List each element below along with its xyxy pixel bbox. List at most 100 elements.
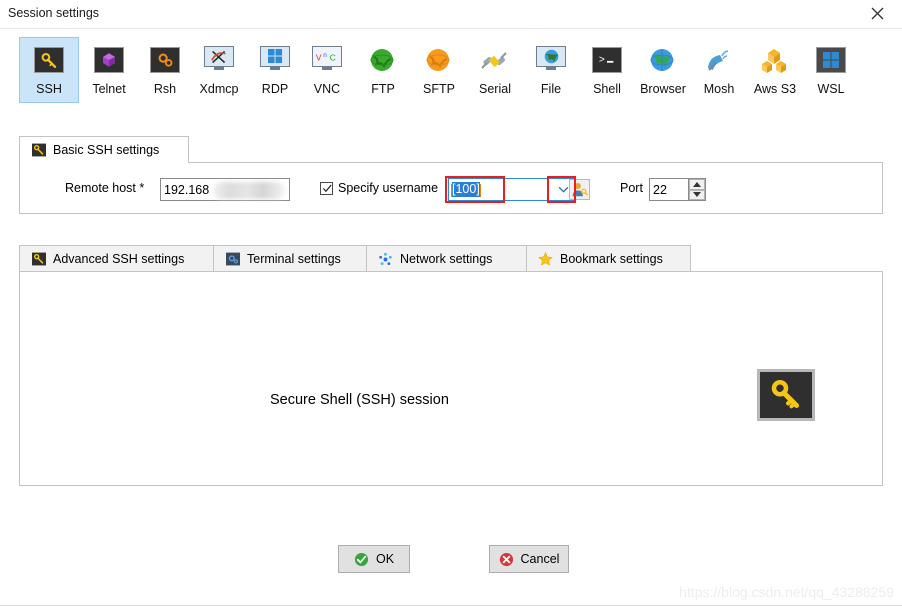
rsh-gears-icon bbox=[149, 44, 181, 76]
cancel-circle-icon bbox=[499, 552, 513, 566]
tab-label: Bookmark settings bbox=[560, 252, 663, 266]
rdp-windows-icon bbox=[259, 44, 291, 76]
xdmcp-icon bbox=[203, 44, 235, 76]
username-browse-button[interactable] bbox=[569, 179, 590, 200]
session-type-toolbar: SSH Telnet Rsh Xdmcp RDP V n C VNC FTP S… bbox=[0, 29, 902, 111]
tab-basic-ssh-settings[interactable]: Basic SSH settings bbox=[19, 136, 189, 163]
specify-username-label: Specify username bbox=[338, 181, 439, 195]
specify-username-checkbox[interactable] bbox=[320, 182, 333, 195]
session-type-file[interactable]: File bbox=[521, 37, 581, 103]
username-combobox[interactable]: [100] bbox=[448, 178, 576, 201]
close-button[interactable] bbox=[854, 0, 900, 27]
session-type-label: RDP bbox=[261, 82, 289, 96]
session-type-ssh[interactable]: SSH bbox=[19, 37, 79, 103]
session-type-label: Telnet bbox=[92, 82, 126, 96]
close-icon bbox=[871, 7, 883, 20]
spinner-up-icon bbox=[693, 181, 701, 187]
check-icon bbox=[322, 184, 332, 193]
session-type-ftp[interactable]: FTP bbox=[353, 37, 413, 103]
session-type-label: SSH bbox=[36, 82, 62, 96]
ftp-globe-icon bbox=[367, 44, 399, 76]
window-title: Session settings bbox=[8, 6, 100, 20]
session-type-label: Browser bbox=[640, 82, 686, 96]
session-type-label: FTP bbox=[371, 82, 395, 96]
session-type-wsl[interactable]: WSL bbox=[801, 37, 861, 103]
session-type-label: File bbox=[540, 82, 562, 96]
telnet-icon bbox=[93, 44, 125, 76]
session-type-label: Xdmcp bbox=[199, 82, 239, 96]
port-spinner-down[interactable] bbox=[689, 189, 705, 200]
session-type-vnc[interactable]: V n C VNC bbox=[297, 37, 357, 103]
ssh-key-icon bbox=[31, 143, 46, 157]
session-type-rsh[interactable]: Rsh bbox=[135, 37, 195, 103]
session-type-mosh[interactable]: Mosh bbox=[689, 37, 749, 103]
tab-advanced-ssh-settings[interactable]: Advanced SSH settings bbox=[19, 245, 214, 272]
tab-label: Basic SSH settings bbox=[53, 143, 160, 157]
session-type-label: Serial bbox=[479, 82, 511, 96]
ssh-illustration bbox=[757, 369, 815, 421]
port-spinner-up[interactable] bbox=[689, 179, 705, 190]
session-type-browser[interactable]: Browser bbox=[633, 37, 693, 103]
shell-prompt-icon: > bbox=[591, 44, 623, 76]
file-share-icon bbox=[535, 44, 567, 76]
svg-text:V: V bbox=[316, 52, 322, 62]
wsl-windows-icon bbox=[815, 44, 847, 76]
watermark: https://blog.csdn.net/qq_43288259 bbox=[679, 584, 894, 600]
ssh-key-icon bbox=[31, 252, 46, 266]
aws-s3-icon bbox=[759, 44, 791, 76]
user-key-icon bbox=[572, 183, 588, 197]
tab-terminal-settings[interactable]: Terminal settings bbox=[213, 245, 367, 272]
ok-button[interactable]: OK bbox=[338, 545, 410, 573]
session-type-aws-s3[interactable]: Aws S3 bbox=[745, 37, 805, 103]
network-icon bbox=[378, 252, 393, 266]
tab-label: Terminal settings bbox=[247, 252, 341, 266]
remote-host-label: Remote host * bbox=[65, 181, 145, 195]
serial-plug-icon bbox=[479, 44, 511, 76]
session-type-serial[interactable]: Serial bbox=[465, 37, 525, 103]
svg-text:n: n bbox=[323, 52, 327, 59]
session-type-xdmcp[interactable]: Xdmcp bbox=[189, 37, 249, 103]
session-type-label: Mosh bbox=[703, 82, 735, 96]
username-value: [100] bbox=[452, 182, 480, 197]
svg-text:>: > bbox=[599, 56, 605, 67]
tab-label: Advanced SSH settings bbox=[53, 252, 185, 266]
session-type-shell[interactable]: > Shell bbox=[577, 37, 637, 103]
title-bar: Session settings bbox=[0, 0, 902, 29]
session-type-label: Shell bbox=[593, 82, 621, 96]
ssh-key-icon bbox=[33, 44, 65, 76]
tab-label: Network settings bbox=[400, 252, 493, 266]
vnc-icon: V n C bbox=[311, 44, 343, 76]
session-type-rdp[interactable]: RDP bbox=[245, 37, 305, 103]
remote-host-input[interactable]: 192.168 bbox=[160, 178, 290, 201]
username-value-wrap: [100] bbox=[449, 182, 551, 197]
spinner-down-icon bbox=[693, 192, 701, 198]
basic-settings-panel: Remote host * 192.168 Specify username [… bbox=[19, 162, 883, 214]
check-circle-icon bbox=[354, 552, 369, 566]
session-type-sftp[interactable]: SFTP bbox=[409, 37, 469, 103]
remote-host-value: 192.168 bbox=[164, 182, 210, 197]
session-type-label: SFTP bbox=[423, 82, 455, 96]
session-type-label: WSL bbox=[817, 82, 845, 96]
terminal-icon bbox=[225, 252, 240, 266]
sftp-globe-icon bbox=[423, 44, 455, 76]
tab-bookmark-settings[interactable]: Bookmark settings bbox=[526, 245, 691, 272]
browser-globe-icon bbox=[647, 44, 679, 76]
ssh-key-icon bbox=[771, 380, 800, 409]
session-type-label: Rsh bbox=[153, 82, 177, 96]
port-label: Port bbox=[620, 181, 643, 195]
session-content-panel: Secure Shell (SSH) session bbox=[19, 271, 883, 486]
cancel-button[interactable]: Cancel bbox=[489, 545, 569, 573]
session-headline: Secure Shell (SSH) session bbox=[270, 392, 449, 408]
port-value: 22 bbox=[653, 182, 667, 197]
tab-network-settings[interactable]: Network settings bbox=[366, 245, 527, 272]
ok-label: OK bbox=[375, 552, 395, 566]
chevron-down-icon bbox=[558, 186, 568, 193]
session-type-label: VNC bbox=[313, 82, 341, 96]
star-icon bbox=[538, 251, 553, 266]
port-spinner bbox=[688, 179, 705, 200]
session-type-label: Aws S3 bbox=[753, 82, 797, 96]
remote-host-redaction bbox=[213, 182, 285, 199]
cancel-label: Cancel bbox=[520, 552, 560, 566]
session-type-telnet[interactable]: Telnet bbox=[79, 37, 139, 103]
mosh-dish-icon bbox=[703, 44, 735, 76]
